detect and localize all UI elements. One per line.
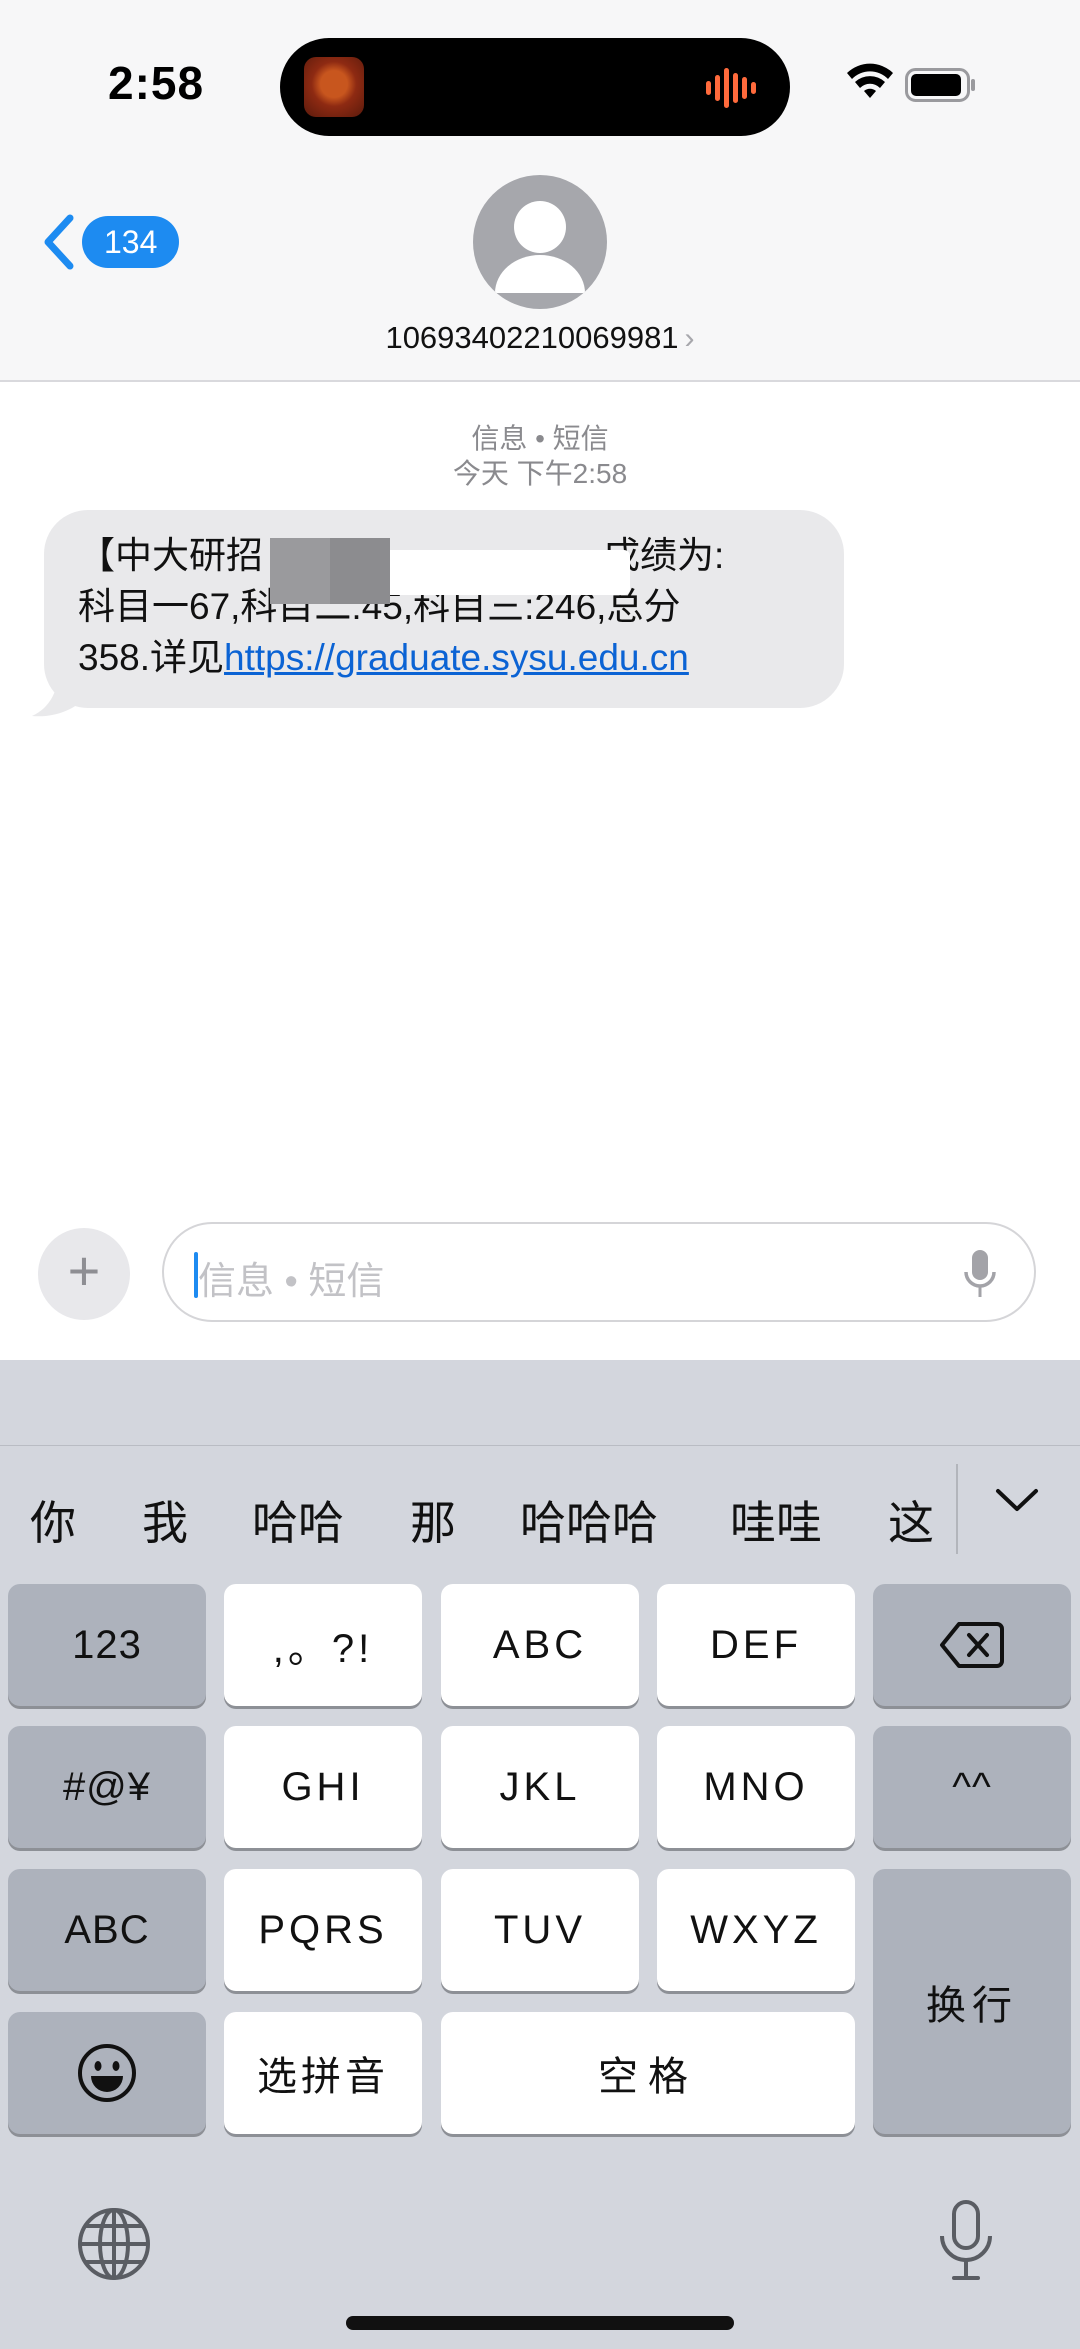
numbers-key[interactable]: 123 <box>8 1584 206 1706</box>
contact-number[interactable]: 10693402210069981 › <box>0 320 1080 356</box>
key-def[interactable]: DEF <box>657 1584 855 1706</box>
message-link[interactable]: https://graduate.sysu.edu.cn <box>224 637 689 678</box>
contact-avatar[interactable] <box>473 175 607 309</box>
candidate-word[interactable]: 你 <box>30 1487 76 1553</box>
key-ghi[interactable]: GHI <box>224 1726 422 1848</box>
message-service-label: 信息 • 短信 <box>471 423 609 454</box>
keyboard: 你 我 哈哈 那 哈哈哈 哇哇 这 <box>0 1360 1080 2349</box>
candidate-word[interactable]: 这 <box>888 1487 934 1553</box>
globe-icon[interactable] <box>76 2206 152 2282</box>
message-line-3-prefix: 358.详见 <box>78 637 225 678</box>
audio-waveform-icon <box>706 68 764 108</box>
message-line-3: 358.详见https://graduate.sysu.edu.cn <box>78 632 838 683</box>
candidate-divider <box>956 1464 958 1554</box>
plus-icon: + <box>67 1239 101 1302</box>
message-input-placeholder: 信息 • 短信 <box>198 1261 385 1303</box>
conversation-header: 134 10693402210069981 › <box>0 160 1080 382</box>
message-timestamp: 今天 下午2:58 <box>452 458 628 489</box>
candidate-bar: 你 我 哈哈 那 哈哈哈 哇哇 这 <box>0 1447 1080 1589</box>
apps-plus-button[interactable]: + <box>38 1228 130 1320</box>
punctuation-key[interactable]: ,。?! <box>224 1584 422 1706</box>
candidate-word[interactable]: 哈哈哈 <box>520 1487 658 1553</box>
abc-mode-key[interactable]: ABC <box>8 1869 206 1991</box>
person-icon <box>495 201 585 293</box>
delete-key[interactable] <box>873 1584 1071 1706</box>
back-button[interactable]: 134 <box>40 206 180 276</box>
symbols-key[interactable]: #@¥ <box>8 1726 206 1848</box>
space-key[interactable]: 空格 <box>441 2012 855 2134</box>
status-bar: 2:58 <box>0 0 1080 160</box>
key-abc[interactable]: ABC <box>441 1584 639 1706</box>
key-pqrs[interactable]: PQRS <box>224 1869 422 1991</box>
candidate-word[interactable]: 我 <box>142 1487 188 1553</box>
candidate-word[interactable]: 哇哇 <box>730 1487 822 1553</box>
chevron-right-icon: › <box>684 322 695 355</box>
status-time: 2:58 <box>108 57 205 109</box>
now-playing-artwork <box>304 57 364 117</box>
emoticon-key[interactable]: ^^ <box>873 1726 1071 1848</box>
candidate-word[interactable]: 哈哈 <box>252 1487 344 1553</box>
microphone-icon[interactable] <box>962 1248 998 1300</box>
return-key[interactable]: 换行 <box>873 1869 1071 2134</box>
key-jkl[interactable]: JKL <box>441 1726 639 1848</box>
key-mno[interactable]: MNO <box>657 1726 855 1848</box>
message-input[interactable]: 信息 • 短信 <box>162 1222 1036 1322</box>
battery-icon <box>905 68 975 102</box>
dictation-microphone-icon[interactable] <box>936 2198 996 2282</box>
home-indicator[interactable] <box>346 2316 734 2330</box>
wifi-icon <box>847 63 893 98</box>
chevron-down-icon[interactable] <box>994 1485 1040 1515</box>
chevron-left-icon <box>44 214 74 270</box>
key-wxyz[interactable]: WXYZ <box>657 1869 855 1991</box>
received-message-bubble[interactable]: 【中大研招 成绩为: 科目一67,科目二:45,科目三:246,总分 358.详见… <box>30 510 846 717</box>
redaction-block <box>330 538 390 604</box>
select-pinyin-key[interactable]: 选拼音 <box>224 2012 422 2134</box>
message-line-1-prefix: 【中大研招 <box>78 535 263 576</box>
unread-count-badge: 134 <box>82 216 180 268</box>
emoji-icon <box>78 2044 136 2102</box>
emoji-key[interactable] <box>8 2012 206 2134</box>
backspace-icon <box>940 1622 1004 1668</box>
contact-number-text: 10693402210069981 <box>385 320 679 355</box>
candidate-word[interactable]: 那 <box>410 1487 456 1553</box>
key-tuv[interactable]: TUV <box>441 1869 639 1991</box>
dynamic-island[interactable] <box>280 38 790 136</box>
keyboard-toolbar <box>0 1360 1080 1446</box>
